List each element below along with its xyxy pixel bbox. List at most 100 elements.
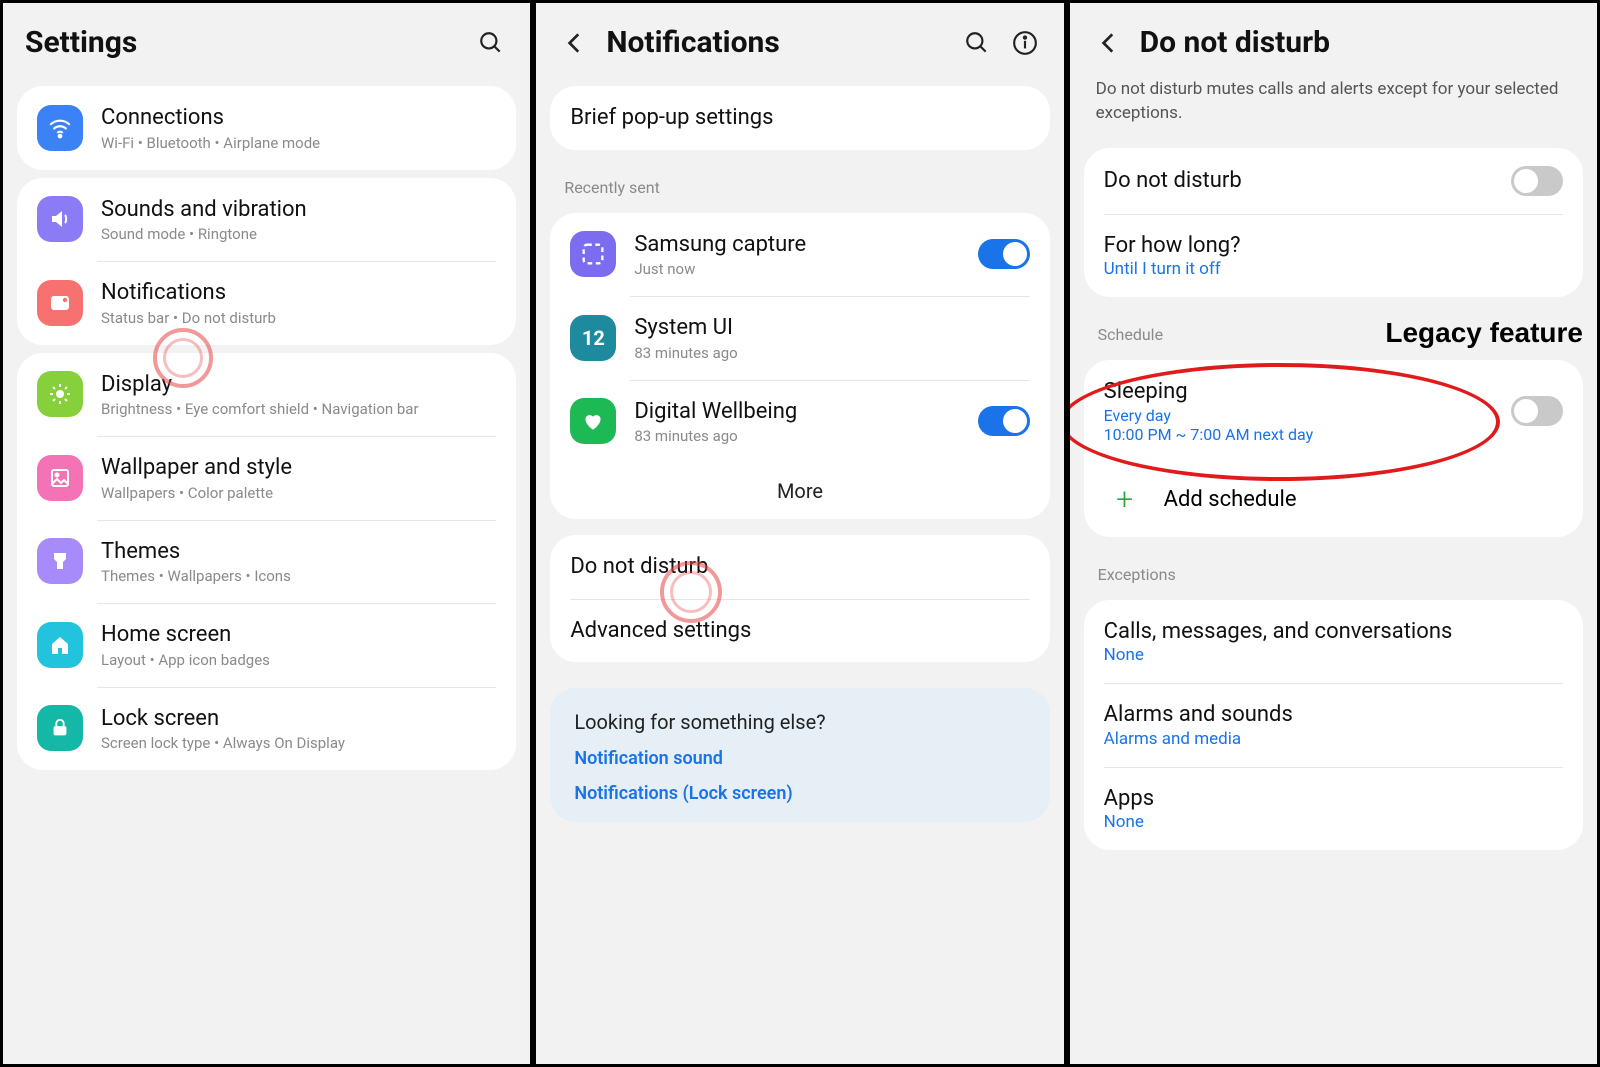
settings-item-label: Sounds and vibration: [101, 196, 496, 224]
recent-app-label: Samsung capture: [634, 231, 959, 259]
how-long-value: Until I turn it off: [1104, 259, 1563, 279]
connections-icon: [37, 105, 83, 151]
dnd-toggle-label: Do not disturb: [1104, 167, 1493, 195]
recent-app-sub: Just now: [634, 260, 959, 278]
back-icon[interactable]: [558, 26, 592, 60]
dnd-advanced-card: Do not disturb Advanced settings: [550, 535, 1049, 662]
notifications-header: Notifications: [536, 3, 1063, 78]
settings-item-sub: Layout • App icon badges: [101, 651, 496, 669]
settings-item-label: Home screen: [101, 621, 496, 649]
systemui-icon: 12: [570, 315, 616, 361]
settings-item-sub: Status bar • Do not disturb: [101, 309, 496, 327]
add-schedule-label: Add schedule: [1164, 487, 1297, 512]
settings-header: Settings: [3, 3, 530, 78]
homescreen-icon: [37, 622, 83, 668]
exceptions-card: Calls, messages, and conversationsNoneAl…: [1084, 600, 1583, 851]
settings-item-themes[interactable]: ThemesThemes • Wallpapers • Icons: [17, 520, 516, 604]
notifications-panel: Notifications Brief pop-up settings Rece…: [533, 0, 1066, 1067]
dnd-main-card: Do not disturb For how long? Until I tur…: [1084, 148, 1583, 298]
dnd-description: Do not disturb mutes calls and alerts ex…: [1070, 78, 1597, 140]
recent-app-systemui[interactable]: 12 System UI 83 minutes ago: [550, 296, 1049, 380]
suggest-question: Looking for something else?: [574, 710, 1025, 734]
settings-item-display[interactable]: DisplayBrightness • Eye comfort shield •…: [17, 353, 516, 437]
how-long-label: For how long?: [1104, 232, 1563, 260]
settings-item-label: Display: [101, 371, 496, 399]
schedule-card: Sleeping Every day 10:00 PM ~ 7:00 AM ne…: [1084, 360, 1583, 537]
row-dnd[interactable]: Do not disturb: [550, 535, 1049, 599]
display-icon: [37, 371, 83, 417]
recently-sent-card: Samsung captureJust now 12 System UI 83 min…: [550, 213, 1049, 520]
recent-app-label: System UI: [634, 314, 1029, 342]
notifications-title: Notifications: [606, 25, 945, 60]
settings-item-sub: Sound mode • Ringtone: [101, 225, 496, 243]
search-icon[interactable]: [960, 26, 994, 60]
exception-value: None: [1104, 645, 1563, 665]
suggest-card: Looking for something else? Notification…: [550, 688, 1049, 822]
suggest-link-1[interactable]: Notification sound: [574, 748, 1025, 769]
settings-item-sub: Wi-Fi • Bluetooth • Airplane mode: [101, 134, 496, 152]
settings-item-label: Themes: [101, 538, 496, 566]
exception-label: Apps: [1104, 785, 1563, 813]
settings-item-wallpaper[interactable]: Wallpaper and style Wallpapers • Color pa…: [17, 436, 516, 520]
sleeping-toggle[interactable]: [1511, 396, 1563, 426]
lockscreen-icon: [37, 705, 83, 751]
recently-sent-header: Recently sent: [536, 158, 1063, 205]
recent-app-label: Digital Wellbeing: [634, 398, 959, 426]
settings-item-label: Lock screen: [101, 705, 496, 733]
sounds-icon: [37, 196, 83, 242]
digitalwellbeing-icon: [570, 398, 616, 444]
exception-calls[interactable]: Calls, messages, and conversationsNone: [1084, 600, 1583, 684]
exception-value: Alarms and media: [1104, 729, 1563, 749]
exception-label: Calls, messages, and conversations: [1104, 618, 1563, 646]
exception-apps[interactable]: AppsNone: [1084, 767, 1583, 851]
sleeping-line2: 10:00 PM ~ 7:00 AM next day: [1104, 425, 1493, 444]
brief-popup-row[interactable]: Brief pop-up settings: [550, 86, 1049, 150]
recent-app-toggle[interactable]: [978, 406, 1030, 436]
settings-item-label: Notifications: [101, 279, 496, 307]
suggest-link-2[interactable]: Notifications (Lock screen): [574, 783, 1025, 804]
back-icon[interactable]: [1092, 26, 1126, 60]
recent-app-digitalwellbeing[interactable]: Digital Wellbeing83 minutes ago: [550, 380, 1049, 464]
recent-app-sub: 83 minutes ago: [634, 344, 1029, 362]
annotation-legacy-label: Legacy feature: [1385, 317, 1583, 349]
settings-item-sub: Screen lock type • Always On Display: [101, 734, 496, 752]
samsungcapture-icon: [570, 231, 616, 277]
settings-item-sub: Brightness • Eye comfort shield • Naviga…: [101, 400, 496, 418]
dnd-panel: Do not disturb Do not disturb mutes call…: [1067, 0, 1600, 1067]
settings-item-sounds[interactable]: Sounds and vibrationSound mode • Rington…: [17, 178, 516, 262]
brief-popup-card: Brief pop-up settings: [550, 86, 1049, 150]
sleeping-label: Sleeping: [1104, 378, 1493, 406]
sleeping-row[interactable]: Sleeping Every day 10:00 PM ~ 7:00 AM ne…: [1084, 360, 1583, 462]
info-icon[interactable]: [1008, 26, 1042, 60]
recent-app-samsungcapture[interactable]: Samsung captureJust now: [550, 213, 1049, 297]
settings-item-homescreen[interactable]: Home screen Layout • App icon badges: [17, 603, 516, 687]
brief-popup-label: Brief pop-up settings: [570, 104, 1029, 132]
recent-app-toggle[interactable]: [978, 239, 1030, 269]
exception-alarms[interactable]: Alarms and soundsAlarms and media: [1084, 683, 1583, 767]
row-label: Do not disturb: [570, 553, 1029, 581]
exception-label: Alarms and sounds: [1104, 701, 1563, 729]
settings-group: DisplayBrightness • Eye comfort shield •…: [17, 353, 516, 771]
plus-icon: +: [1110, 482, 1140, 517]
wallpaper-icon: [37, 455, 83, 501]
settings-item-lockscreen[interactable]: Lock screenScreen lock type • Always On …: [17, 687, 516, 771]
settings-item-notifications[interactable]: Notifications Status bar • Do not disturb: [17, 261, 516, 345]
add-schedule-row[interactable]: + Add schedule: [1084, 462, 1583, 537]
dnd-toggle[interactable]: [1511, 166, 1563, 196]
row-advanced[interactable]: Advanced settings: [550, 599, 1049, 663]
row-label: Advanced settings: [570, 617, 1029, 645]
dnd-toggle-row[interactable]: Do not disturb: [1084, 148, 1583, 214]
more-button[interactable]: More: [550, 463, 1049, 519]
search-icon[interactable]: [474, 26, 508, 60]
settings-item-sub: Wallpapers • Color palette: [101, 484, 496, 502]
settings-item-connections[interactable]: Connections Wi-Fi • Bluetooth • Airplane …: [17, 86, 516, 170]
sleeping-line1: Every day: [1104, 406, 1493, 425]
settings-title: Settings: [25, 25, 460, 60]
settings-group: Sounds and vibrationSound mode • Rington…: [17, 178, 516, 345]
settings-item-sub: Themes • Wallpapers • Icons: [101, 567, 496, 585]
settings-item-label: Connections: [101, 104, 496, 132]
themes-icon: [37, 538, 83, 584]
exceptions-header: Exceptions: [1070, 545, 1597, 592]
how-long-row[interactable]: For how long? Until I turn it off: [1084, 214, 1583, 298]
settings-item-label: Wallpaper and style: [101, 454, 496, 482]
